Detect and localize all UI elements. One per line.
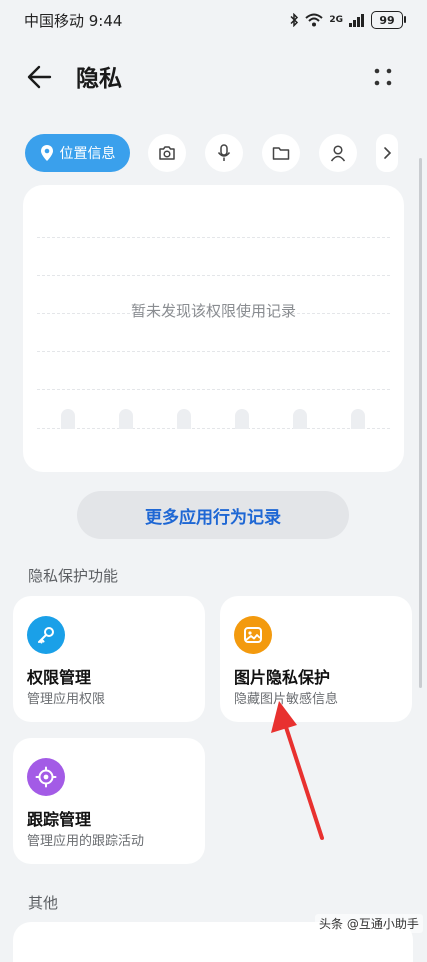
chevron-right-icon bbox=[384, 147, 392, 159]
tracking-management-card[interactable]: 跟踪管理 管理应用的跟踪活动 bbox=[13, 738, 205, 864]
watermark: 头条 @互通小助手 bbox=[315, 914, 423, 933]
feature-desc: 隐藏图片敏感信息 bbox=[234, 692, 339, 707]
chart-gridline bbox=[37, 389, 390, 390]
feature-title: 权限管理 bbox=[27, 668, 92, 687]
carrier-time: 中国移动 9:44 bbox=[24, 11, 123, 30]
empty-usage-bar bbox=[293, 409, 307, 429]
signal-icon bbox=[349, 14, 364, 27]
empty-usage-bar bbox=[61, 409, 75, 429]
battery-level: 99 bbox=[379, 13, 395, 27]
more-options-button[interactable] bbox=[368, 62, 398, 92]
chart-gridline bbox=[37, 428, 390, 429]
bluetooth-icon bbox=[290, 13, 299, 27]
chart-gridline bbox=[37, 275, 390, 276]
image-icon bbox=[234, 616, 272, 654]
status-bar: 中国移动 9:44 2G 99 bbox=[0, 0, 427, 40]
feature-title: 跟踪管理 bbox=[27, 810, 92, 829]
crosshair-icon bbox=[27, 758, 65, 796]
empty-usage-bar bbox=[119, 409, 133, 429]
page-header: 隐私 bbox=[0, 55, 427, 99]
feature-title: 图片隐私保护 bbox=[234, 668, 331, 687]
network-type: 2G bbox=[329, 15, 343, 25]
empty-usage-bar bbox=[235, 409, 249, 429]
scrollbar[interactable] bbox=[419, 158, 422, 688]
four-dots-icon bbox=[374, 68, 392, 86]
empty-usage-bar bbox=[177, 409, 191, 429]
back-button[interactable] bbox=[22, 61, 58, 93]
chip-location[interactable]: 位置信息 bbox=[25, 134, 130, 172]
permission-management-card[interactable]: 权限管理 管理应用权限 bbox=[13, 596, 205, 722]
empty-usage-bar bbox=[351, 409, 365, 429]
key-icon bbox=[27, 616, 65, 654]
arrow-left-icon bbox=[27, 65, 52, 89]
contacts-icon bbox=[330, 145, 346, 162]
chip-camera[interactable] bbox=[148, 134, 186, 172]
microphone-icon bbox=[217, 144, 231, 161]
wifi-icon bbox=[305, 13, 324, 27]
chip-microphone[interactable] bbox=[205, 134, 243, 172]
chip-scroll-more[interactable] bbox=[376, 134, 398, 172]
permission-chip-bar: 位置信息 bbox=[25, 134, 427, 172]
privacy-section-title: 隐私保护功能 bbox=[28, 567, 119, 585]
chart-gridline bbox=[37, 351, 390, 352]
location-pin-icon bbox=[40, 145, 53, 161]
image-privacy-card[interactable]: 图片隐私保护 隐藏图片敏感信息 bbox=[220, 596, 412, 722]
chip-contacts[interactable] bbox=[319, 134, 357, 172]
feature-desc: 管理应用权限 bbox=[27, 692, 106, 707]
battery-icon: 99 bbox=[371, 11, 406, 29]
permission-usage-card: 暂未发现该权限使用记录 bbox=[23, 185, 404, 472]
chip-location-label: 位置信息 bbox=[59, 146, 116, 162]
chip-files[interactable] bbox=[262, 134, 300, 172]
page-title: 隐私 bbox=[76, 66, 122, 92]
more-app-behavior-records-button[interactable]: 更多应用行为记录 bbox=[77, 491, 349, 539]
camera-icon bbox=[159, 146, 175, 160]
other-section-title: 其他 bbox=[28, 894, 59, 912]
folder-icon bbox=[272, 147, 290, 160]
feature-desc: 管理应用的跟踪活动 bbox=[27, 834, 145, 849]
status-icons: 2G 99 bbox=[289, 11, 406, 29]
empty-state-text: 暂未发现该权限使用记录 bbox=[130, 302, 296, 320]
chart-gridline bbox=[37, 237, 390, 238]
